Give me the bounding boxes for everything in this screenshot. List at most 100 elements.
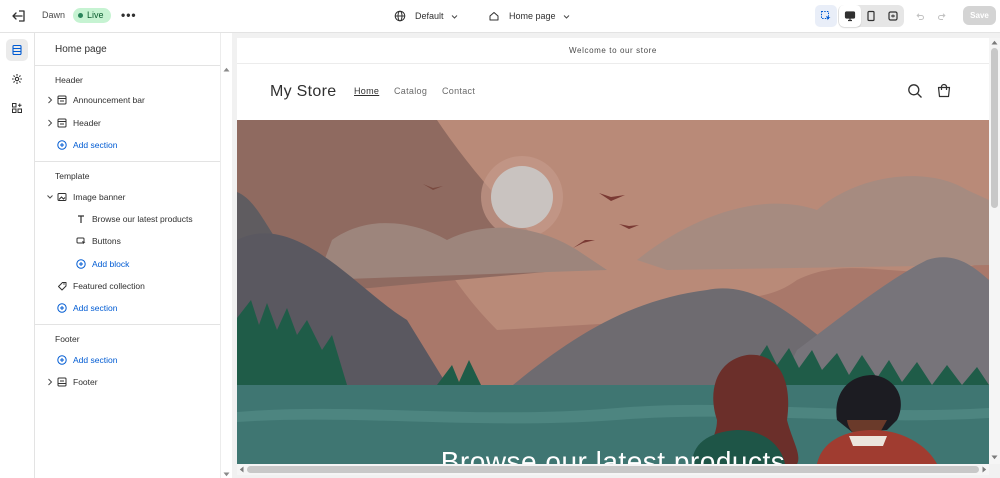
footer-group-title: Footer xyxy=(55,334,80,344)
nav-link-home[interactable]: Home xyxy=(354,86,379,96)
section-item-label: Announcement bar xyxy=(73,95,145,105)
section-item-header[interactable]: Header xyxy=(35,114,221,132)
chevron-down-icon xyxy=(563,14,569,19)
button-icon xyxy=(76,237,86,245)
undo-button[interactable] xyxy=(908,5,930,27)
scroll-up-arrow-icon xyxy=(991,40,998,45)
search-icon[interactable] xyxy=(907,83,923,99)
sections-icon xyxy=(12,44,22,56)
plus-circle-icon xyxy=(57,355,67,365)
editor-topbar: Dawn Live ••• Default Home page Save xyxy=(0,0,1000,33)
footer-section-icon xyxy=(57,377,67,387)
panel-scrollbar[interactable] xyxy=(220,33,232,478)
add-section-template-button[interactable]: Add section xyxy=(35,299,221,317)
scroll-left-arrow-icon xyxy=(239,466,244,473)
page-dropdown[interactable]: Home page xyxy=(488,8,571,24)
divider xyxy=(35,324,221,325)
text-icon xyxy=(78,215,84,223)
plus-circle-icon xyxy=(57,303,67,313)
header-group-title: Header xyxy=(55,75,83,85)
nav-link-catalog[interactable]: Catalog xyxy=(394,86,427,96)
add-block-label: Add block xyxy=(92,259,130,269)
desktop-icon xyxy=(844,11,856,22)
block-item-heading[interactable]: Browse our latest products xyxy=(35,210,221,228)
theme-settings-rail-button[interactable] xyxy=(6,68,28,90)
divider xyxy=(35,161,221,162)
add-section-header-button[interactable]: Add section xyxy=(35,136,221,154)
live-label: Live xyxy=(87,10,104,20)
chevron-right-icon xyxy=(48,378,53,386)
chevron-right-icon xyxy=(48,96,53,104)
section-item-image-banner[interactable]: Image banner xyxy=(35,188,221,206)
nav-link-contact[interactable]: Contact xyxy=(442,86,475,96)
more-actions-button[interactable]: ••• xyxy=(121,9,137,21)
section-item-footer[interactable]: Footer xyxy=(35,373,221,391)
globe-icon xyxy=(394,10,406,22)
block-item-label: Buttons xyxy=(92,236,121,246)
exit-icon[interactable] xyxy=(10,8,28,24)
redo-button[interactable] xyxy=(931,5,953,27)
redo-icon xyxy=(937,12,946,20)
save-button[interactable]: Save xyxy=(963,6,996,25)
scrollbar-thumb[interactable] xyxy=(991,48,998,208)
add-section-footer-button[interactable]: Add section xyxy=(35,351,221,369)
section-icon xyxy=(57,118,67,128)
plus-circle-icon xyxy=(76,259,86,269)
gear-icon xyxy=(12,74,22,84)
store-logo[interactable]: My Store xyxy=(270,83,336,101)
section-item-label: Image banner xyxy=(73,192,126,202)
chevron-down-icon xyxy=(47,195,53,199)
block-item-buttons[interactable]: Buttons xyxy=(35,232,221,250)
add-section-label: Add section xyxy=(73,355,118,365)
home-icon xyxy=(489,12,499,21)
preview-horizontal-scrollbar[interactable] xyxy=(237,464,989,475)
undo-icon xyxy=(915,12,924,20)
scroll-down-arrow-icon xyxy=(991,455,998,460)
scroll-up-arrow-icon xyxy=(223,67,230,72)
fullscreen-view-button[interactable] xyxy=(882,5,904,27)
scroll-down-arrow-icon xyxy=(223,472,230,477)
live-badge: Live xyxy=(73,8,111,23)
tag-icon xyxy=(58,282,67,291)
sections-panel: Home page Header Announcement bar Header… xyxy=(35,33,221,478)
chevron-right-icon xyxy=(48,119,53,127)
image-banner-illustration xyxy=(237,120,989,464)
section-item-label: Footer xyxy=(73,377,98,387)
section-item-label: Featured collection xyxy=(73,281,145,291)
preview-vertical-scrollbar[interactable] xyxy=(989,38,1000,464)
mobile-icon xyxy=(867,10,875,22)
add-block-button[interactable]: Add block xyxy=(35,255,221,273)
scrollbar-thumb[interactable] xyxy=(247,466,979,473)
chevron-down-icon xyxy=(451,14,457,19)
live-dot-icon xyxy=(78,13,83,18)
page-label: Home page xyxy=(509,11,556,21)
scroll-right-arrow-icon xyxy=(982,466,987,473)
panel-title: Home page xyxy=(55,44,107,55)
section-icon xyxy=(57,95,67,105)
expand-icon xyxy=(888,11,898,21)
preset-dropdown[interactable]: Default xyxy=(394,8,459,24)
section-item-label: Header xyxy=(73,118,101,128)
cart-icon[interactable] xyxy=(936,83,952,99)
image-icon xyxy=(57,193,67,201)
plus-circle-icon xyxy=(57,140,67,150)
editor-rail xyxy=(0,33,35,478)
preset-label: Default xyxy=(415,11,444,21)
store-preview-frame[interactable]: Welcome to our store My Store Home Catal… xyxy=(237,38,989,464)
apps-icon xyxy=(12,103,22,113)
section-item-featured-collection[interactable]: Featured collection xyxy=(35,277,221,295)
divider xyxy=(35,65,221,66)
block-item-label: Browse our latest products xyxy=(92,214,193,224)
template-group-title: Template xyxy=(55,171,90,181)
add-section-label: Add section xyxy=(73,303,118,313)
add-section-label: Add section xyxy=(73,140,118,150)
inspector-icon xyxy=(821,11,831,21)
inspector-toggle-button[interactable] xyxy=(815,5,837,27)
theme-name: Dawn xyxy=(42,10,66,20)
mobile-view-button[interactable] xyxy=(860,5,882,27)
desktop-view-button[interactable] xyxy=(839,5,861,27)
banner-heading: Browse our latest products xyxy=(440,446,786,464)
apps-rail-button[interactable] xyxy=(6,97,28,119)
sections-rail-button[interactable] xyxy=(6,39,28,61)
section-item-announcement-bar[interactable]: Announcement bar xyxy=(35,91,221,109)
